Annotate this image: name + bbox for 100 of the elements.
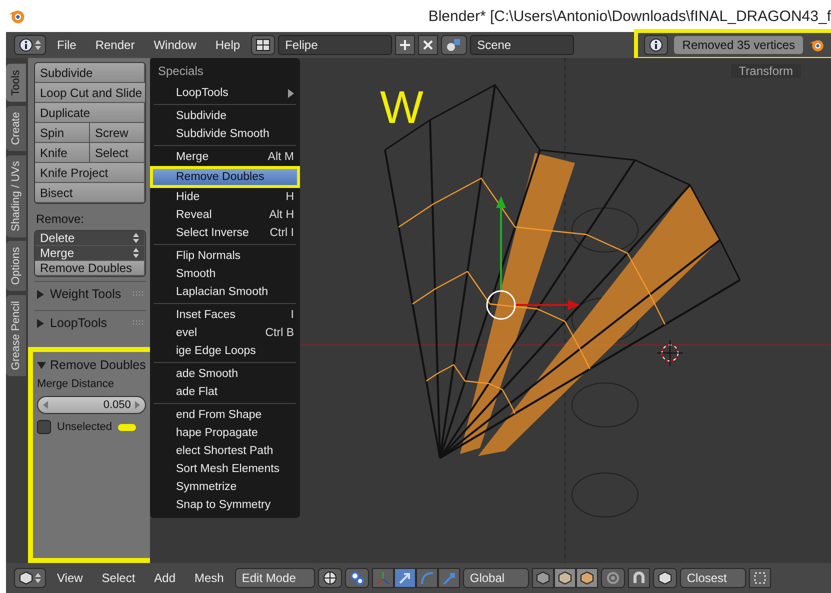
right-arrow-icon	[134, 401, 140, 409]
panel-tab[interactable]: Options	[6, 241, 26, 291]
pivot-button[interactable]	[344, 568, 369, 588]
editor-type-button[interactable]	[14, 35, 46, 55]
highlight-mark	[118, 424, 136, 430]
menu-item[interactable]: evel Ctrl B	[150, 324, 300, 342]
panel-tab[interactable]: Grease Pencil	[6, 294, 26, 376]
menu-item[interactable]: ige Edge Loops	[150, 342, 300, 360]
menu-item[interactable]: Mesh	[186, 568, 232, 588]
panel-tab[interactable]: Create	[6, 106, 26, 151]
tool-button[interactable]: Remove Doubles	[35, 261, 145, 276]
tool-button[interactable]: Spin	[35, 123, 90, 143]
updown-icon	[35, 39, 41, 51]
globe-icon	[322, 571, 337, 585]
blender-logo-icon	[809, 37, 825, 53]
orientation-dropdown[interactable]: Global	[462, 568, 529, 588]
menu-item[interactable]: Sort Mesh Elements	[150, 460, 300, 478]
dropdown[interactable]: Delete	[35, 231, 145, 246]
menu-item[interactable]: Help	[207, 35, 248, 55]
snap-element-button[interactable]	[652, 568, 677, 588]
manipulator-button[interactable]	[394, 568, 416, 588]
info-icon	[19, 38, 33, 52]
menu-item[interactable]: Flip Normals	[150, 247, 300, 265]
menu-item[interactable]: Symmetrize	[150, 478, 300, 496]
dropdown[interactable]: Merge	[35, 246, 145, 261]
plus-icon	[399, 39, 412, 51]
ellipse-outline	[572, 208, 638, 252]
drag-handle-icon	[132, 291, 144, 297]
report-message: Removed 35 vertices	[674, 36, 803, 54]
3d-cursor-icon	[656, 340, 684, 366]
updown-icon	[35, 572, 41, 584]
scene-button[interactable]	[441, 35, 468, 55]
dotted-square-icon	[752, 571, 767, 585]
menu-item[interactable]: Reveal Alt H	[150, 206, 300, 224]
panel-tab[interactable]: Shading / UVs	[6, 154, 26, 238]
layout-grid-icon	[256, 39, 270, 51]
menu-item[interactable]: File	[49, 35, 84, 55]
snap-target-dropdown[interactable]: Closest	[680, 568, 746, 588]
menu-item[interactable]: ade Smooth	[150, 365, 300, 383]
menu-item[interactable]: LoopTools	[150, 84, 300, 102]
tool-button[interactable]: Knife	[35, 143, 90, 163]
updown-icon	[133, 247, 139, 259]
close-button[interactable]	[418, 35, 438, 55]
screen-layout-field[interactable]: Felipe	[278, 35, 392, 55]
number-field[interactable]: 0.050	[37, 396, 146, 414]
snap-options-button[interactable]	[748, 568, 771, 588]
menu-item[interactable]: Merge Alt M	[150, 148, 300, 166]
panel-tab[interactable]: Tools	[6, 64, 26, 102]
subpanel-header[interactable]: LoopTools	[34, 310, 146, 335]
shading-button[interactable]	[318, 568, 342, 588]
menu-item[interactable]: Add	[146, 568, 184, 588]
field-label: Merge Distance	[37, 378, 116, 390]
scene-field[interactable]: Scene	[470, 35, 574, 55]
menu-item[interactable]: Render	[87, 35, 143, 55]
tool-button[interactable]: Subdivide	[35, 63, 145, 83]
face-select-button[interactable]	[576, 568, 598, 588]
checkbox[interactable]	[37, 420, 51, 434]
panel-tab[interactable]: Transform	[730, 64, 801, 78]
menu-item[interactable]: Select	[94, 568, 144, 588]
subpanel-header[interactable]: Weight Tools	[34, 281, 146, 306]
arc-icon	[420, 571, 434, 585]
menu-item[interactable]: Inset Faces I	[150, 306, 300, 324]
menu-item[interactable]: hape Propagate	[150, 424, 300, 442]
vertex-select-button[interactable]	[532, 568, 554, 588]
menu-item[interactable]: Subdivide	[150, 107, 300, 125]
axes-icon	[376, 571, 390, 585]
menu-item[interactable]: Hide H	[150, 188, 300, 206]
menu-item[interactable]: Snap to Symmetry	[150, 496, 300, 514]
menu-item[interactable]: elect Shortest Path	[150, 442, 300, 460]
tool-button[interactable]: Loop Cut and Slide	[35, 83, 145, 103]
tool-button[interactable]: Knife Project	[35, 163, 145, 183]
tool-button[interactable]: Select	[90, 143, 145, 163]
ellipse-outline	[572, 472, 638, 518]
menu-item[interactable]: Remove Doubles	[150, 166, 300, 188]
menu-item[interactable]: View	[49, 568, 91, 588]
window-title: Blender* [C:\Users\Antonio\Downloads\fINAL_DRAGON43_f	[428, 8, 831, 24]
menu-item[interactable]: Select Inverse Ctrl I	[150, 224, 300, 242]
add-button[interactable]	[395, 35, 416, 55]
menu-item[interactable]: ade Flat	[150, 383, 300, 401]
screen-layout-button[interactable]	[251, 35, 276, 55]
annotation-letter: W	[380, 81, 424, 133]
tool-button[interactable]: Bisect	[35, 183, 145, 203]
edge-select-button[interactable]	[554, 568, 576, 588]
tool-button[interactable]: Screw	[90, 123, 145, 143]
menu-item[interactable]: Smooth	[150, 265, 300, 283]
tool-button[interactable]: Duplicate	[35, 103, 145, 123]
subpanel-title: LoopTools	[50, 316, 108, 330]
checkbox-label: Unselected	[57, 421, 112, 433]
cube-icon	[536, 571, 550, 585]
ellipse-outline	[572, 382, 638, 428]
mode-dropdown[interactable]: Edit Mode	[234, 568, 315, 588]
proportional-edit-button[interactable]	[600, 568, 625, 588]
menu-item[interactable]: Laplacian Smooth	[150, 283, 300, 301]
menu-title: Specials	[157, 63, 204, 80]
menu-item[interactable]: end From Shape	[150, 406, 300, 424]
menu-item[interactable]: Window	[146, 35, 204, 55]
editor-type-button[interactable]	[14, 568, 46, 588]
info-button[interactable]	[644, 35, 668, 55]
menu-item[interactable]: Subdivide Smooth	[150, 125, 300, 143]
snap-button[interactable]	[628, 568, 650, 588]
